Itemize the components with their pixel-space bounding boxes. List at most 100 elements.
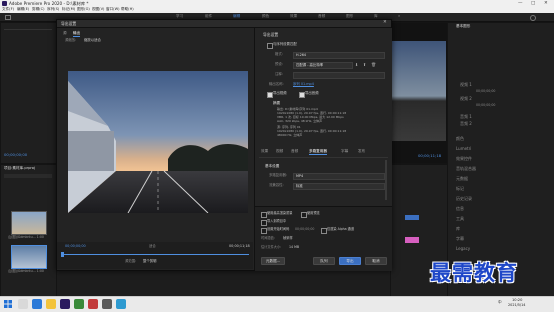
- workspace-more-chevron[interactable]: »: [398, 14, 400, 19]
- dialog-close-icon[interactable]: ✕: [383, 20, 387, 26]
- import-preset-icon[interactable]: ⬆: [363, 62, 366, 67]
- render-alpha-checkbox[interactable]: [321, 228, 327, 234]
- tab-publish[interactable]: 发布: [358, 149, 365, 154]
- right-item-13[interactable]: 信息: [456, 207, 464, 211]
- source-scaling-dropdown[interactable]: 缩放以适合: [84, 38, 101, 42]
- fit-dropdown[interactable]: 适合: [149, 244, 156, 248]
- start-timecode-label: 设置开始时间码: [267, 227, 290, 231]
- window-title: Adobe Premiere Pro 2020 - D:\素材库 *: [9, 0, 89, 6]
- ime-indicator[interactable]: 中: [498, 300, 502, 305]
- right-item-0[interactable]: 视频 1: [460, 83, 472, 87]
- stream-compat-dropdown[interactable]: 标准: [293, 183, 385, 190]
- right-item-5[interactable]: 音频 2: [460, 122, 472, 126]
- right-item-9[interactable]: 音轨混合器: [456, 167, 476, 171]
- menu-sequence[interactable]: 序列(S): [47, 7, 59, 12]
- use-previews-checkbox[interactable]: [301, 212, 307, 218]
- close-window-button[interactable]: ✕: [544, 1, 548, 7]
- clip-thumbnail-2[interactable]: [11, 245, 47, 269]
- menu-help[interactable]: 帮助(H): [121, 7, 134, 12]
- save-preset-icon[interactable]: ⬇: [355, 62, 358, 67]
- timeline-clip-video[interactable]: [405, 215, 419, 220]
- right-item-8[interactable]: 效果控件: [456, 157, 472, 161]
- source-range-label: 源范围:: [125, 259, 137, 263]
- file-explorer-icon[interactable]: [46, 299, 56, 309]
- app-taskbar-icon-1[interactable]: [74, 299, 84, 309]
- project-search-field[interactable]: [4, 174, 52, 178]
- menu-window[interactable]: 窗口(W): [106, 7, 120, 12]
- menu-marker[interactable]: 标记(M): [62, 7, 75, 12]
- right-item-4[interactable]: 音频 1: [460, 115, 472, 119]
- output-tabs: 效果 视频 音频 多路复用器 字幕 发布: [261, 149, 387, 156]
- premiere-app-icon: [2, 1, 7, 6]
- tab-video[interactable]: 视频: [276, 149, 283, 154]
- match-sequence-checkbox[interactable]: [267, 43, 273, 49]
- playhead-handle[interactable]: [61, 252, 64, 257]
- summary-line-6: 48000 Hz, 立体声: [277, 133, 303, 137]
- right-item-16[interactable]: 字幕: [456, 237, 464, 241]
- right-item-15[interactable]: 库: [456, 227, 460, 231]
- menu-view[interactable]: 视图(V): [92, 7, 104, 12]
- clip-label-1: 山(图)/Gdmkntu... 1:00: [8, 235, 44, 239]
- right-item-10[interactable]: 元数据: [456, 177, 468, 181]
- import-project-label: 导入到项目中: [267, 219, 287, 223]
- multiplexer-dropdown[interactable]: MP4: [293, 173, 385, 180]
- import-project-checkbox[interactable]: [261, 220, 267, 226]
- tab-source[interactable]: 源: [63, 31, 67, 36]
- app-taskbar-icon-3[interactable]: [102, 299, 112, 309]
- right-item-11[interactable]: 标记: [456, 187, 464, 191]
- comments-input[interactable]: [293, 72, 385, 79]
- start-timecode-checkbox[interactable]: [261, 228, 267, 234]
- timeline-scrubber-track[interactable]: [63, 254, 249, 255]
- right-item-14[interactable]: 工具: [456, 217, 464, 221]
- export-audio-checkbox[interactable]: [299, 92, 305, 98]
- tab-audio[interactable]: 音频: [291, 149, 298, 154]
- app-taskbar-icon-2[interactable]: [88, 299, 98, 309]
- minimize-button[interactable]: —: [518, 1, 523, 7]
- time-interp-dropdown[interactable]: 帧采样: [283, 236, 293, 240]
- export-button[interactable]: 导出: [339, 257, 361, 265]
- export-audio-label: 导出音频: [305, 91, 319, 95]
- max-render-label: 使用最高渲染质量: [267, 211, 293, 215]
- tab-multiplexer[interactable]: 多路复用器: [309, 149, 327, 155]
- source-scaling-label: 源缩放:: [65, 38, 77, 42]
- clock-date[interactable]: 2021/5/14: [508, 303, 525, 307]
- maximize-button[interactable]: □: [531, 1, 535, 7]
- format-dropdown[interactable]: H.264: [293, 52, 385, 59]
- max-render-checkbox[interactable]: [261, 212, 267, 218]
- preview-scene: [68, 71, 248, 213]
- format-value: H.264: [296, 52, 307, 57]
- export-video-checkbox[interactable]: [267, 92, 273, 98]
- menu-edit[interactable]: 编辑(E): [17, 7, 29, 12]
- search-taskbar-icon[interactable]: [18, 299, 28, 309]
- metadata-button[interactable]: 元数据...: [261, 257, 285, 265]
- tab-effects[interactable]: 效果: [261, 149, 268, 154]
- home-icon[interactable]: [5, 15, 11, 20]
- delete-preset-icon[interactable]: 🗑: [371, 62, 376, 67]
- right-item-2[interactable]: 视频 2: [460, 97, 472, 101]
- premiere-taskbar-icon[interactable]: [60, 299, 70, 309]
- menu-graphics[interactable]: 图形(G): [77, 7, 90, 12]
- source-range-dropdown[interactable]: 整个剪辑: [143, 259, 157, 263]
- right-item-17[interactable]: Legacy: [456, 247, 470, 251]
- tab-captions[interactable]: 字幕: [341, 149, 348, 154]
- search-icon[interactable]: [530, 15, 536, 21]
- right-item-12[interactable]: 历史记录: [456, 197, 472, 201]
- cancel-button[interactable]: 取消: [365, 257, 387, 265]
- right-item-6[interactable]: 颜色: [456, 137, 464, 141]
- output-name-link[interactable]: 序列 01.mp4: [293, 82, 314, 86]
- est-size-label: 估计文件大小:: [261, 245, 282, 249]
- tab-output[interactable]: 输出: [73, 31, 81, 37]
- windows-start-icon[interactable]: [4, 300, 12, 308]
- title-bar: Adobe Premiere Pro 2020 - D:\素材库 * — □ ✕: [0, 0, 554, 7]
- start-timecode-value[interactable]: 00;00;00;00: [295, 227, 314, 231]
- clip-thumbnail-1[interactable]: [11, 211, 47, 235]
- menu-clip[interactable]: 剪辑(C): [32, 7, 45, 12]
- timeline-clip-audio[interactable]: [405, 237, 419, 243]
- preset-dropdown[interactable]: 匹配源 - 高比特率: [293, 62, 353, 69]
- edge-browser-icon[interactable]: [32, 299, 42, 309]
- app-taskbar-icon-4[interactable]: [116, 299, 126, 309]
- menu-file[interactable]: 文件(F): [2, 7, 14, 12]
- queue-button[interactable]: 队列: [313, 257, 335, 265]
- settings-scrollbar[interactable]: [385, 160, 387, 200]
- right-item-7[interactable]: Lumetri: [456, 147, 471, 151]
